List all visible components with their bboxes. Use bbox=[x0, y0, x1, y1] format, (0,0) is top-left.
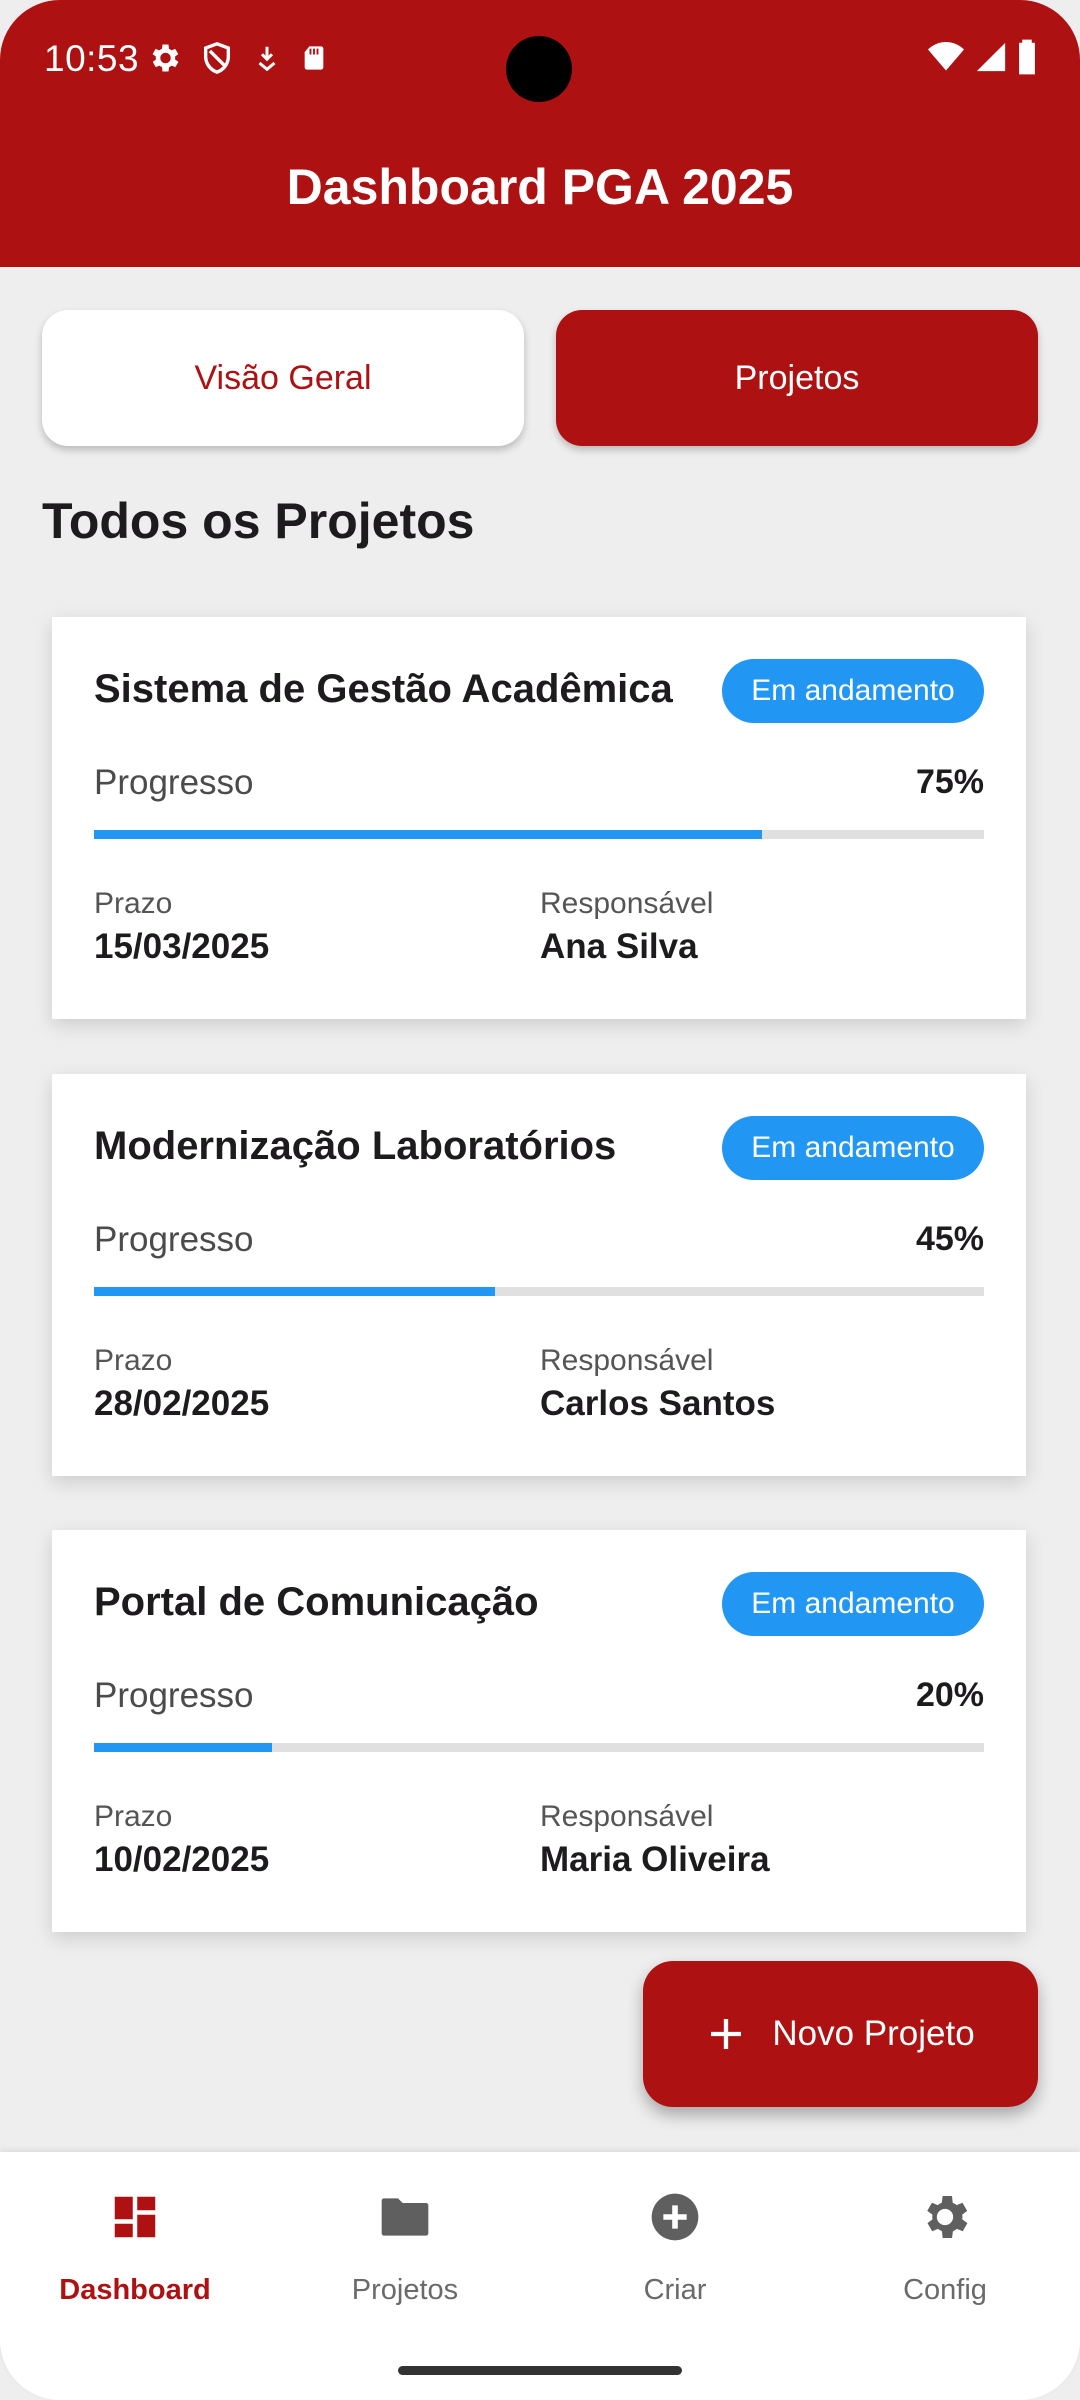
deadline-value: 15/03/2025 bbox=[94, 927, 270, 966]
bottom-navigation: Dashboard Projetos Criar Config bbox=[0, 2152, 1080, 2400]
dashboard-icon bbox=[114, 2196, 156, 2238]
gear-icon bbox=[927, 2196, 968, 2238]
progress-label: Progresso bbox=[94, 763, 254, 802]
owner-label: Responsável bbox=[540, 1800, 714, 1833]
deadline-label: Prazo bbox=[94, 1344, 173, 1377]
tab-projects[interactable]: Projetos bbox=[556, 310, 1038, 446]
project-name: Sistema de Gestão Acadêmica bbox=[94, 667, 673, 711]
progress-value: 75% bbox=[915, 763, 984, 801]
signal-icon bbox=[976, 42, 1006, 72]
owner-label: Responsável bbox=[540, 1344, 714, 1377]
status-time: 10:53 bbox=[44, 38, 140, 79]
owner-value: Maria Oliveira bbox=[540, 1840, 770, 1879]
settings-status-icon bbox=[152, 44, 179, 72]
new-project-label: Novo Projeto bbox=[772, 2014, 975, 2053]
new-project-button[interactable]: Novo Projeto bbox=[643, 1961, 1038, 2107]
app-bar: 10:53 Dashboard PGA 2025 bbox=[0, 0, 1080, 267]
plus-icon bbox=[711, 2019, 742, 2049]
battery-icon bbox=[1019, 39, 1035, 75]
nav-create[interactable]: Criar bbox=[540, 2186, 810, 2307]
section-title: Todos os Projetos bbox=[42, 493, 475, 549]
owner-label: Responsável bbox=[540, 887, 714, 920]
wifi-icon bbox=[928, 42, 964, 71]
status-right-icons bbox=[926, 38, 1038, 76]
deadline-value: 28/02/2025 bbox=[94, 1384, 270, 1423]
progress-label: Progresso bbox=[94, 1220, 254, 1259]
status-badge: Em andamento bbox=[722, 1572, 984, 1636]
nav-projects[interactable]: Projetos bbox=[270, 2186, 540, 2307]
progress-label: Progresso bbox=[94, 1676, 254, 1715]
status-left-icons bbox=[146, 40, 328, 76]
progress-value: 45% bbox=[915, 1220, 984, 1258]
progress-bar bbox=[94, 1287, 984, 1296]
deadline-label: Prazo bbox=[94, 887, 173, 920]
nav-dashboard[interactable]: Dashboard bbox=[0, 2186, 270, 2307]
folder-icon bbox=[381, 2198, 429, 2236]
deadline-label: Prazo bbox=[94, 1800, 173, 1833]
nav-label: Config bbox=[903, 2274, 987, 2306]
project-card[interactable]: Modernização Laboratórios Em andamento P… bbox=[52, 1074, 1026, 1476]
owner-value: Ana Silva bbox=[540, 927, 698, 966]
nav-label: Criar bbox=[643, 2274, 707, 2306]
project-card[interactable]: Portal de Comunicação Em andamento Progr… bbox=[52, 1530, 1026, 1932]
status-badge: Em andamento bbox=[722, 659, 984, 723]
nav-label: Dashboard bbox=[59, 2274, 211, 2306]
sd-card-status-icon bbox=[304, 46, 324, 70]
tab-overview[interactable]: Visão Geral bbox=[42, 310, 524, 446]
status-badge: Em andamento bbox=[722, 1116, 984, 1180]
nav-config[interactable]: Config bbox=[810, 2186, 1080, 2307]
owner-value: Carlos Santos bbox=[540, 1384, 776, 1423]
project-name: Portal de Comunicação bbox=[94, 1580, 539, 1624]
progress-bar bbox=[94, 1743, 984, 1752]
home-indicator[interactable] bbox=[398, 2366, 682, 2375]
progress-fill bbox=[94, 1743, 272, 1752]
add-circle-icon bbox=[651, 2193, 699, 2241]
project-card[interactable]: Sistema de Gestão Acadêmica Em andamento… bbox=[52, 617, 1026, 1019]
shield-status-icon bbox=[203, 42, 231, 74]
progress-value: 20% bbox=[915, 1676, 984, 1714]
page-title: Dashboard PGA 2025 bbox=[286, 159, 794, 215]
camera-cutout bbox=[506, 36, 572, 102]
progress-fill bbox=[94, 1287, 495, 1296]
project-name: Modernização Laboratórios bbox=[94, 1124, 617, 1168]
download-status-icon bbox=[258, 46, 276, 72]
nav-label: Projetos bbox=[351, 2274, 459, 2306]
progress-fill bbox=[94, 830, 762, 839]
deadline-value: 10/02/2025 bbox=[94, 1840, 270, 1879]
progress-bar bbox=[94, 830, 984, 839]
